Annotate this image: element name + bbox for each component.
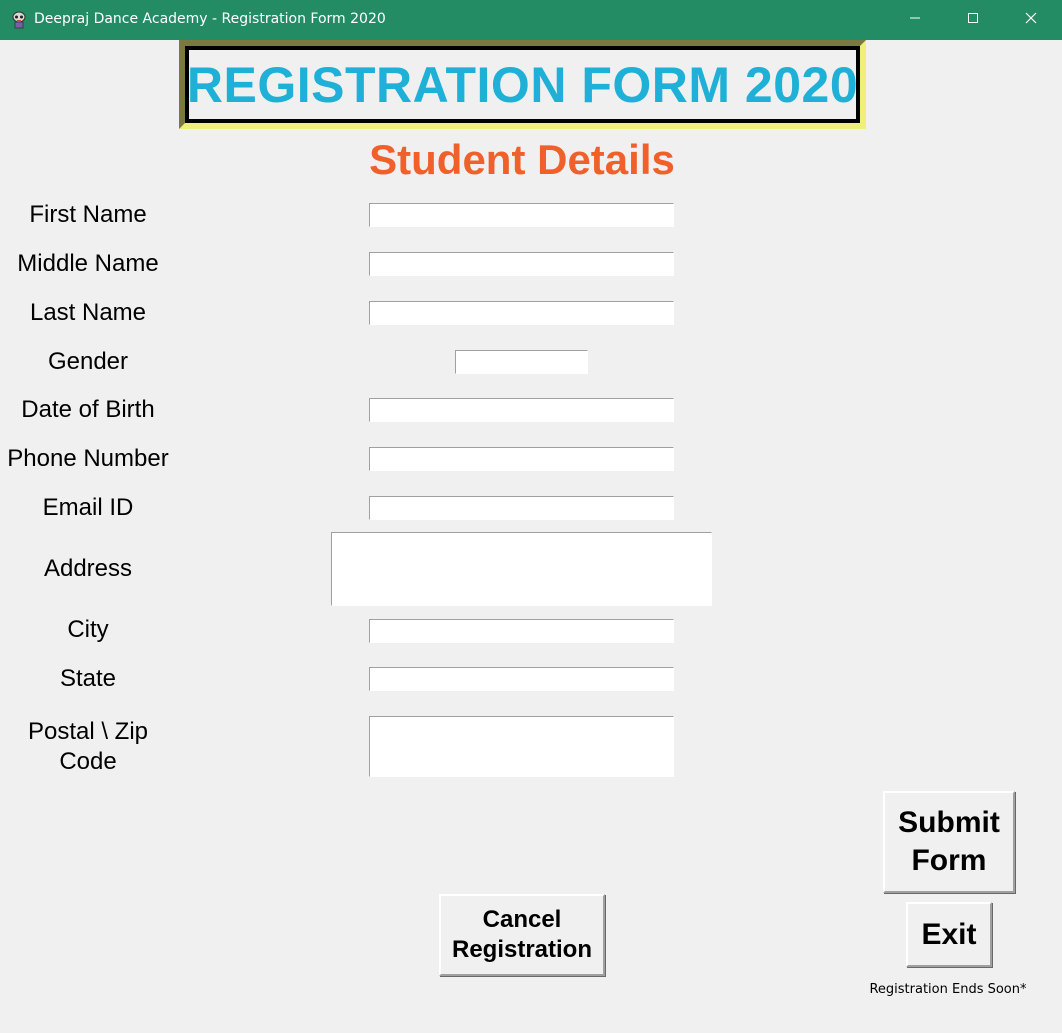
first-name-label: First Name (29, 201, 147, 228)
middle-name-input[interactable] (369, 252, 674, 276)
close-icon (1025, 11, 1037, 29)
last-name-label: Last Name (29, 299, 147, 326)
state-input[interactable] (369, 667, 674, 691)
email-label: Email ID (42, 494, 134, 521)
last-name-input[interactable] (369, 301, 674, 325)
window-title: Deepraj Dance Academy - Registration For… (34, 11, 386, 27)
postal-code-input[interactable] (369, 716, 674, 777)
title-bar: Deepraj Dance Academy - Registration For… (0, 0, 1062, 40)
gender-label: Gender (47, 348, 129, 375)
submit-form-button[interactable]: Submit Form (883, 791, 1015, 893)
city-label: City (67, 616, 109, 643)
address-label: Address (43, 555, 133, 582)
cancel-registration-button[interactable]: Cancel Registration (439, 894, 605, 976)
form-window-body: REGISTRATION FORM 2020 Student Details F… (0, 40, 1062, 1033)
postal-code-label: Postal \ Zip Code (27, 718, 149, 775)
middle-name-label: Middle Name (17, 250, 159, 277)
first-name-input[interactable] (369, 203, 674, 227)
dob-input[interactable] (369, 398, 674, 422)
address-input[interactable] (331, 532, 712, 606)
section-title: Student Details (369, 136, 675, 183)
email-input[interactable] (369, 496, 674, 520)
minimize-icon (909, 11, 921, 29)
app-mascot-icon[interactable] (11, 11, 27, 29)
banner: REGISTRATION FORM 2020 (186, 50, 859, 119)
banner-title: REGISTRATION FORM 2020 (186, 56, 859, 113)
gender-input[interactable] (455, 350, 588, 374)
phone-label: Phone Number (7, 445, 169, 472)
minimize-button[interactable] (886, 0, 944, 40)
dob-label: Date of Birth (21, 396, 155, 423)
registration-deadline-note: Registration Ends Soon* (869, 982, 1027, 997)
state-label: State (59, 665, 117, 692)
exit-button[interactable]: Exit (906, 902, 992, 967)
phone-input[interactable] (369, 447, 674, 471)
city-input[interactable] (369, 619, 674, 643)
close-button[interactable] (1002, 0, 1060, 40)
maximize-button[interactable] (944, 0, 1002, 40)
banner-frame: REGISTRATION FORM 2020 (179, 40, 866, 129)
maximize-icon (967, 11, 979, 29)
